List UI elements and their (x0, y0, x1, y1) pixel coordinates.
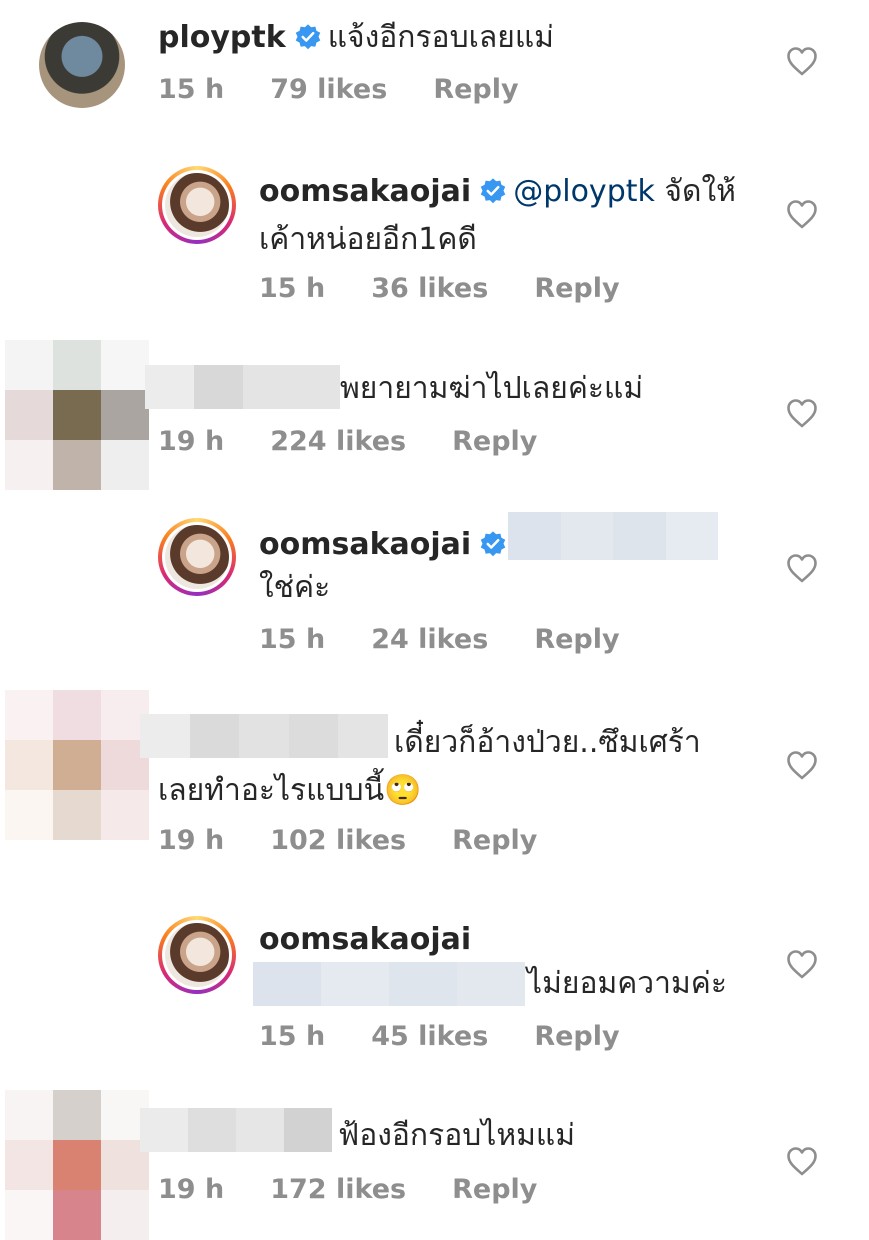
comment-likes[interactable]: 224 likes (270, 426, 406, 457)
comment-item: ฟ้องอีกรอบไหมแม่ 19 h 172 likes Reply (0, 1090, 869, 1240)
comment-time[interactable]: 15 h (259, 624, 325, 655)
verified-badge-icon (479, 177, 507, 205)
verified-badge-icon (294, 23, 322, 51)
comment-text-line2: เลยทำอะไรแบบนี้🙄 (158, 773, 422, 808)
censored-mention (253, 962, 525, 1006)
comment-text: ใช่ค่ะ (259, 570, 331, 605)
comment-username[interactable]: oomsakaojai (259, 174, 471, 209)
comment-likes[interactable]: 102 likes (270, 825, 406, 856)
comment-time[interactable]: 19 h (158, 1174, 224, 1205)
comment-item: พยายามฆ่าไปเลยค่ะแม่ 19 h 224 likes Reply (0, 340, 869, 495)
comment-username[interactable]: oomsakaojai (259, 527, 471, 562)
comment-time[interactable]: 15 h (259, 1021, 325, 1052)
reply-button[interactable]: Reply (534, 273, 619, 304)
avatar[interactable] (39, 22, 125, 108)
reply-button[interactable]: Reply (452, 1174, 537, 1205)
reply-comment-item: oomsakaojai ใช่ค่ะ 15 h 24 likes Reply (0, 510, 869, 670)
comment-time[interactable]: 15 h (259, 273, 325, 304)
comment-username[interactable]: oomsakaojai (259, 922, 471, 957)
censored-username (140, 714, 388, 758)
heart-icon[interactable] (786, 398, 818, 428)
heart-icon[interactable] (786, 46, 818, 76)
comment-likes[interactable]: 172 likes (270, 1174, 406, 1205)
censored-mention (508, 512, 718, 560)
comment-time[interactable]: 19 h (158, 825, 224, 856)
reply-button[interactable]: Reply (534, 1021, 619, 1052)
reply-comment-item: oomsakaojai @ployptk จัดให้ เค้าหน่อยอีก1… (0, 160, 869, 320)
avatar-pixelated[interactable] (5, 690, 149, 840)
comment-item: เดี๋ยวก็อ้างป่วย..ซึมเศร้า เลยทำอะไรแบบน… (0, 690, 869, 865)
reply-button[interactable]: Reply (534, 624, 619, 655)
comment-username[interactable]: ployptk (158, 20, 286, 55)
comment-time[interactable]: 15 h (158, 74, 224, 105)
comment-item: ployptk แจ้งอีกรอบเลยแม่ 15 h 79 likes Repl… (0, 0, 869, 130)
censored-username (145, 365, 340, 409)
comment-likes[interactable]: 24 likes (371, 624, 488, 655)
comment-text: แจ้งอีกรอบเลยแม่ (327, 20, 554, 55)
heart-icon[interactable] (786, 949, 818, 979)
avatar[interactable] (158, 518, 236, 596)
comment-likes[interactable]: 45 likes (371, 1021, 488, 1052)
comment-time[interactable]: 19 h (158, 426, 224, 457)
comment-text: ฟ้องอีกรอบไหมแม่ (338, 1118, 576, 1153)
heart-icon[interactable] (786, 553, 818, 583)
reply-comment-item: oomsakaojai ไม่ยอมความค่ะ 15 h 45 likes Re… (0, 900, 869, 1060)
comment-text-line2: เค้าหน่อยอีก1คดี (259, 222, 477, 257)
comment-text: จัดให้ (664, 174, 736, 209)
reply-button[interactable]: Reply (452, 426, 537, 457)
heart-icon[interactable] (786, 750, 818, 780)
avatar-pixelated[interactable] (5, 1090, 149, 1240)
comment-text: เดี๋ยวก็อ้างป่วย..ซึมเศร้า (394, 725, 701, 760)
heart-icon[interactable] (786, 1146, 818, 1176)
avatar-pixelated[interactable] (5, 340, 149, 490)
comment-text: ไม่ยอมความค่ะ (527, 966, 727, 1001)
verified-badge-icon (479, 530, 507, 558)
comment-likes[interactable]: 79 likes (270, 74, 387, 105)
avatar[interactable] (158, 916, 236, 994)
heart-icon[interactable] (786, 199, 818, 229)
avatar[interactable] (158, 166, 236, 244)
comment-likes[interactable]: 36 likes (371, 273, 488, 304)
censored-username (140, 1108, 332, 1152)
reply-button[interactable]: Reply (433, 74, 518, 105)
mention-link[interactable]: @ployptk (513, 174, 655, 209)
reply-button[interactable]: Reply (452, 825, 537, 856)
comment-text: พยายามฆ่าไปเลยค่ะแม่ (340, 371, 644, 406)
